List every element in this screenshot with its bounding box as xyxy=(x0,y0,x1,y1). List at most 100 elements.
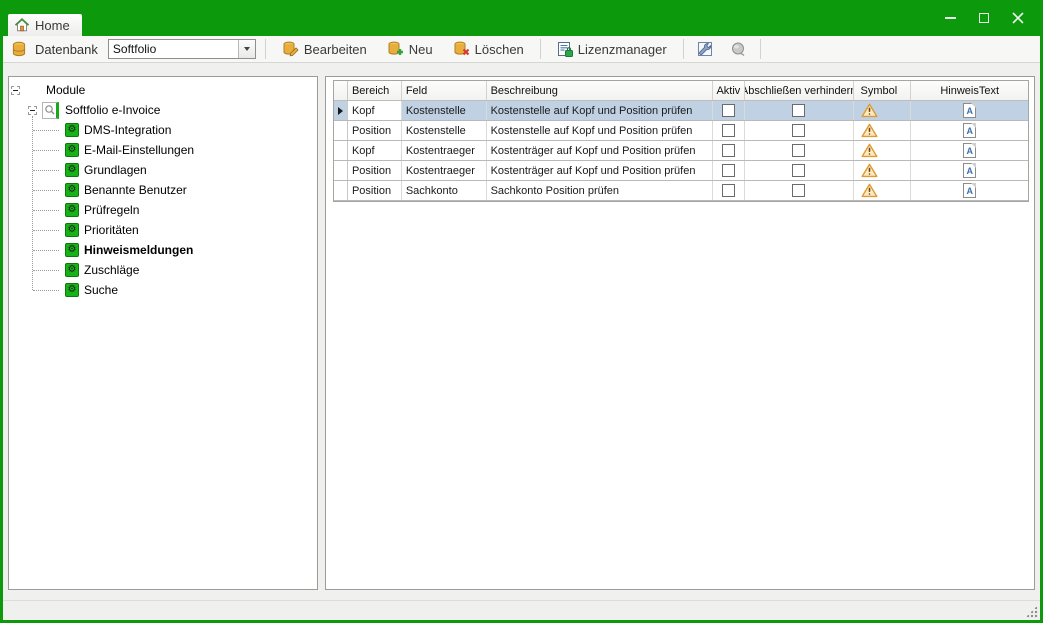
text-document-icon[interactable] xyxy=(963,183,976,198)
tree-item[interactable]: Suche xyxy=(9,280,317,300)
cell-hinweistext[interactable] xyxy=(911,181,1028,200)
cell-hinweistext[interactable] xyxy=(911,121,1028,140)
cell-beschreibung[interactable]: Kostenträger auf Kopf und Position prüfe… xyxy=(487,161,713,180)
grid-row[interactable]: Position Kostenstelle Kostenstelle auf K… xyxy=(334,121,1028,141)
datenbank-combobox[interactable]: Softfolio xyxy=(108,39,256,59)
cell-aktiv[interactable] xyxy=(713,141,745,160)
tree-node-module[interactable]: Module xyxy=(9,80,317,100)
cell-symbol[interactable] xyxy=(854,101,912,120)
bearbeiten-button[interactable]: Bearbeiten xyxy=(275,38,374,60)
hinweismeldungen-grid: Bereich Feld Beschreibung Aktiv Abschlie… xyxy=(333,80,1029,202)
cell-aktiv[interactable] xyxy=(713,101,745,120)
minimize-button[interactable] xyxy=(933,7,967,29)
tree-item[interactable]: Zuschläge xyxy=(9,260,317,280)
cell-bereich[interactable]: Kopf xyxy=(348,141,402,160)
combobox-dropdown-button[interactable] xyxy=(238,40,255,58)
tree-item-label: DMS-Integration xyxy=(84,123,171,137)
toolbar-separator xyxy=(540,39,541,59)
tree-item[interactable]: DMS-Integration xyxy=(9,120,317,140)
grid-row[interactable]: Kopf Kostentraeger Kostenträger auf Kopf… xyxy=(334,141,1028,161)
cell-hinweistext[interactable] xyxy=(911,101,1028,120)
column-header-beschreibung[interactable]: Beschreibung xyxy=(487,81,713,100)
abschliessen-verhindern-checkbox[interactable] xyxy=(792,164,805,177)
cell-beschreibung[interactable]: Kostenträger auf Kopf und Position prüfe… xyxy=(487,141,713,160)
tab-home[interactable]: Home xyxy=(8,14,82,36)
close-button[interactable] xyxy=(1001,7,1035,29)
globe-button[interactable] xyxy=(725,38,751,60)
grid-row[interactable]: Position Kostentraeger Kostenträger auf … xyxy=(334,161,1028,181)
column-header-abschliessen-verhindern[interactable]: Abschließen verhindern xyxy=(745,81,854,100)
cell-feld[interactable]: Sachkonto xyxy=(402,181,487,200)
column-header-symbol[interactable]: Symbol xyxy=(854,81,912,100)
cell-beschreibung[interactable]: Kostenstelle auf Kopf und Position prüfe… xyxy=(487,121,713,140)
aktiv-checkbox[interactable] xyxy=(722,104,735,117)
options-button[interactable] xyxy=(693,38,719,60)
column-header-hinweistext[interactable]: HinweisText xyxy=(911,81,1028,100)
tree-item[interactable]: E-Mail-Einstellungen xyxy=(9,140,317,160)
collapse-icon[interactable] xyxy=(28,106,37,115)
cell-symbol[interactable] xyxy=(854,141,912,160)
cell-feld[interactable]: Kostenstelle xyxy=(402,101,487,120)
cell-feld[interactable]: Kostenstelle xyxy=(402,121,487,140)
loeschen-button[interactable]: Löschen xyxy=(446,38,531,60)
cell-abschliessen-verhindern[interactable] xyxy=(745,121,854,140)
minimize-icon xyxy=(945,17,956,19)
cell-symbol[interactable] xyxy=(854,121,912,140)
text-document-icon[interactable] xyxy=(963,143,976,158)
aktiv-checkbox[interactable] xyxy=(722,184,735,197)
cell-abschliessen-verhindern[interactable] xyxy=(745,181,854,200)
cell-beschreibung[interactable]: Kostenstelle auf Kopf und Position prüfe… xyxy=(487,101,713,120)
text-document-icon[interactable] xyxy=(963,103,976,118)
text-document-icon[interactable] xyxy=(963,163,976,178)
tree-item[interactable]: Prüfregeln xyxy=(9,200,317,220)
cell-aktiv[interactable] xyxy=(713,121,745,140)
tree-item[interactable]: Prioritäten xyxy=(9,220,317,240)
column-header-aktiv[interactable]: Aktiv xyxy=(713,81,745,100)
cell-bereich[interactable]: Kopf xyxy=(348,101,402,120)
abschliessen-verhindern-checkbox[interactable] xyxy=(792,184,805,197)
cell-aktiv[interactable] xyxy=(713,161,745,180)
gear-module-icon xyxy=(65,123,79,137)
cell-abschliessen-verhindern[interactable] xyxy=(745,101,854,120)
cell-hinweistext[interactable] xyxy=(911,141,1028,160)
grid-row[interactable]: Position Sachkonto Sachkonto Position pr… xyxy=(334,181,1028,201)
abschliessen-verhindern-checkbox[interactable] xyxy=(792,124,805,137)
text-document-icon[interactable] xyxy=(963,123,976,138)
cell-hinweistext[interactable] xyxy=(911,161,1028,180)
tree-item[interactable]: Grundlagen xyxy=(9,160,317,180)
maximize-button[interactable] xyxy=(967,7,1001,29)
cell-symbol[interactable] xyxy=(854,181,912,200)
column-header-bereich[interactable]: Bereich xyxy=(348,81,402,100)
aktiv-checkbox[interactable] xyxy=(722,124,735,137)
row-indicator xyxy=(334,141,348,160)
tree-item[interactable]: Benannte Benutzer xyxy=(9,180,317,200)
tree-node-softfolio-e-invoice[interactable]: Softfolio e-Invoice xyxy=(9,100,317,120)
tree-item[interactable]: Hinweismeldungen xyxy=(9,240,317,260)
gear-module-icon xyxy=(65,223,79,237)
collapse-icon[interactable] xyxy=(11,86,20,95)
grid-row[interactable]: Kopf Kostenstelle Kostenstelle auf Kopf … xyxy=(334,101,1028,121)
cell-feld[interactable]: Kostentraeger xyxy=(402,161,487,180)
aktiv-checkbox[interactable] xyxy=(722,164,735,177)
cell-symbol[interactable] xyxy=(854,161,912,180)
close-icon xyxy=(1012,12,1024,24)
cell-abschliessen-verhindern[interactable] xyxy=(745,141,854,160)
cell-feld[interactable]: Kostentraeger xyxy=(402,141,487,160)
column-header-feld[interactable]: Feld xyxy=(402,81,487,100)
cell-aktiv[interactable] xyxy=(713,181,745,200)
cell-beschreibung[interactable]: Sachkonto Position prüfen xyxy=(487,181,713,200)
cell-bereich[interactable]: Position xyxy=(348,181,402,200)
gear-module-icon xyxy=(65,243,79,257)
cell-bereich[interactable]: Position xyxy=(348,161,402,180)
title-bar: Home xyxy=(0,0,1043,36)
cell-bereich[interactable]: Position xyxy=(348,121,402,140)
cell-abschliessen-verhindern[interactable] xyxy=(745,161,854,180)
lizenzmanager-button[interactable]: Lizenzmanager xyxy=(550,38,674,60)
resize-grip[interactable] xyxy=(1025,605,1038,618)
neu-button[interactable]: Neu xyxy=(380,38,440,60)
abschliessen-verhindern-checkbox[interactable] xyxy=(792,144,805,157)
aktiv-checkbox[interactable] xyxy=(722,144,735,157)
abschliessen-verhindern-checkbox[interactable] xyxy=(792,104,805,117)
warning-icon xyxy=(861,163,878,178)
gear-module-icon xyxy=(65,283,79,297)
